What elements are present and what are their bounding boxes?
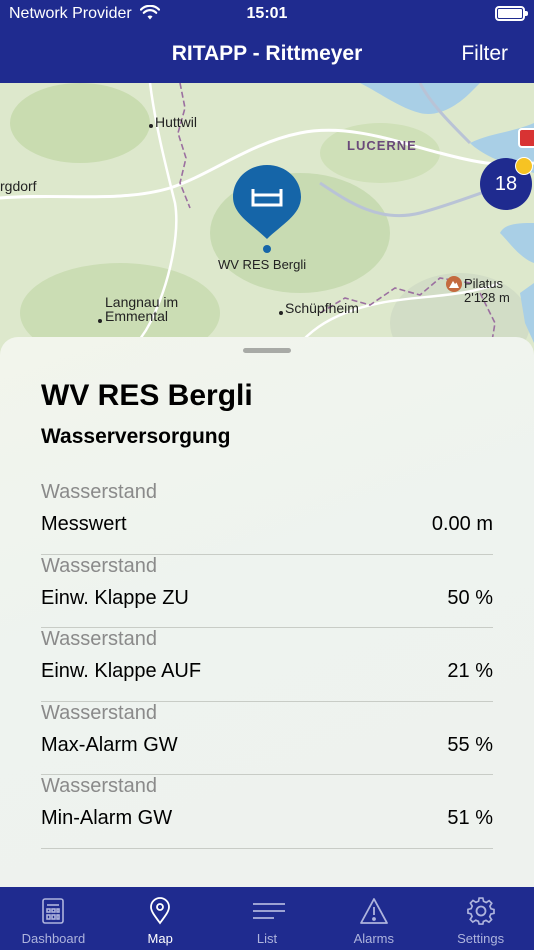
station-name: WV RES Bergli xyxy=(41,379,253,412)
tab-list[interactable]: List xyxy=(214,887,321,950)
battery-icon xyxy=(495,6,528,21)
tab-dashboard[interactable]: Dashboard xyxy=(0,887,107,950)
station-pin-label: WV RES Bergli xyxy=(218,257,307,272)
place-label-lucerne: LUCERNE xyxy=(347,138,417,153)
measurement-category: Wasserstand xyxy=(41,554,157,577)
place-marker xyxy=(279,311,283,315)
measurement-value: 51 % xyxy=(447,807,493,829)
station-detail-sheet: WV RES Bergli Wasserversorgung Wassersta… xyxy=(0,337,534,887)
sheet-grabber[interactable] xyxy=(243,348,291,353)
measurement-value: 50 % xyxy=(447,586,493,609)
mountain-icon xyxy=(446,276,462,292)
dashboard-icon xyxy=(38,896,68,926)
alarm-triangle-icon xyxy=(359,896,389,926)
measurement-list: Wasserstand Messwert 0.00 m Wasserstand … xyxy=(41,481,493,849)
measurement-label: Einw. Klappe ZU xyxy=(41,586,189,609)
measurement-category: Wasserstand xyxy=(41,481,157,503)
place-label-schuepfheim: Schüpfheim xyxy=(285,300,359,316)
place-label-huttwil: Huttwil xyxy=(155,114,198,130)
tab-bar: Dashboard Map List Alarms Settings xyxy=(0,887,534,950)
tab-label: List xyxy=(256,931,278,946)
gear-icon xyxy=(466,896,496,926)
navigation-bar: RITAPP - Rittmeyer Filter xyxy=(0,30,534,83)
station-type: Wasserversorgung xyxy=(41,425,231,448)
tab-settings[interactable]: Settings xyxy=(427,887,534,950)
place-label-pilatus-height: 2'128 m xyxy=(464,290,510,305)
measurement-label: Min-Alarm GW xyxy=(41,807,173,829)
tab-label: Alarms xyxy=(353,931,395,946)
measurement-row[interactable]: Wasserstand Min-Alarm GW 51 % xyxy=(41,775,493,849)
place-marker xyxy=(98,319,102,323)
measurement-label: Einw. Klappe AUF xyxy=(41,660,202,682)
place-label-burgdorf: rgdorf xyxy=(0,178,37,194)
status-bar: Network Provider 15:01 xyxy=(0,0,534,30)
map-view[interactable]: Huttwil LUCERNE rgdorf Langnau im Emment… xyxy=(0,83,534,373)
station-pin[interactable] xyxy=(231,163,303,253)
measurement-category: Wasserstand xyxy=(41,775,157,797)
measurement-category: Wasserstand xyxy=(41,701,157,724)
tab-label: Settings xyxy=(457,931,505,946)
app-title: RITAPP - Rittmeyer xyxy=(171,42,363,65)
measurement-label: Max-Alarm GW xyxy=(41,733,178,756)
place-label-emmental: Emmental xyxy=(105,308,169,324)
measurement-category: Wasserstand xyxy=(41,628,157,650)
tab-map[interactable]: Map xyxy=(107,887,214,950)
clock: 15:01 xyxy=(246,5,288,22)
measurement-row[interactable]: Wasserstand Messwert 0.00 m xyxy=(41,481,493,555)
tab-label: Dashboard xyxy=(21,931,86,946)
tab-alarms[interactable]: Alarms xyxy=(320,887,427,950)
road-sign-icon xyxy=(518,128,534,148)
map-pin-icon xyxy=(145,896,175,926)
measurement-label: Messwert xyxy=(41,513,127,535)
measurement-value: 21 % xyxy=(447,660,493,682)
tab-label: Map xyxy=(147,931,173,946)
measurement-row[interactable]: Wasserstand Einw. Klappe ZU 50 % xyxy=(41,554,493,628)
cluster-alert-badge xyxy=(515,157,533,175)
place-marker xyxy=(149,124,153,128)
place-label-pilatus: Pilatus xyxy=(464,276,504,291)
filter-button[interactable]: Filter xyxy=(461,42,508,66)
measurement-value: 0.00 m xyxy=(431,513,493,535)
list-icon xyxy=(252,896,285,926)
measurement-row[interactable]: Wasserstand Einw. Klappe AUF 21 % xyxy=(41,628,493,702)
measurement-row[interactable]: Wasserstand Max-Alarm GW 55 % xyxy=(41,701,493,775)
measurement-value: 55 % xyxy=(447,733,493,756)
